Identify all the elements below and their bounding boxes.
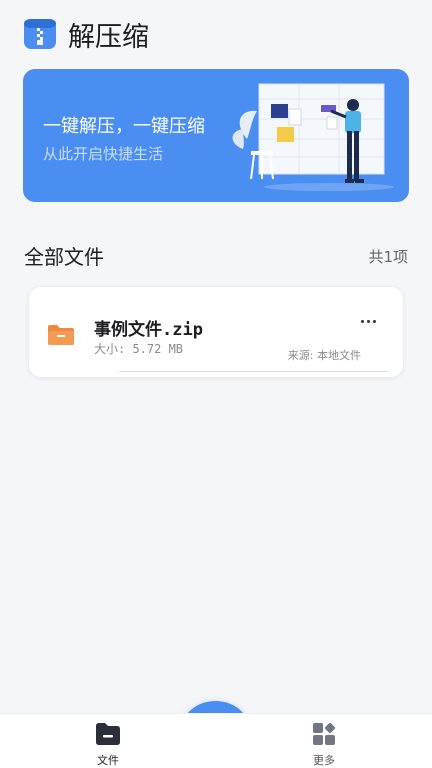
- apps-grid-icon: [313, 722, 336, 745]
- app-header: 解压缩: [22, 14, 149, 54]
- nav-files[interactable]: 文件: [78, 722, 138, 768]
- folder-nav-icon: [96, 723, 120, 745]
- more-options-button[interactable]: [353, 313, 383, 329]
- promo-banner[interactable]: 一键解压，一键压缩 从此开启快捷生活: [23, 69, 409, 202]
- zip-app-logo-icon: [22, 17, 58, 51]
- app-title: 解压缩: [68, 21, 149, 53]
- dot-icon: [372, 319, 376, 323]
- card-divider: [119, 371, 389, 372]
- file-name: 事例文件.zip: [94, 320, 203, 340]
- file-count: 共1项: [368, 248, 408, 266]
- nav-more[interactable]: 更多: [294, 722, 354, 768]
- banner-subtitle: 从此开启快捷生活: [43, 145, 164, 163]
- dot-icon: [366, 319, 370, 323]
- bottom-nav: 文件 更多: [0, 713, 432, 768]
- banner-title: 一键解压，一键压缩: [43, 116, 205, 137]
- whiteboard-illustration: [232, 83, 394, 191]
- file-size: 大小: 5.72 MB: [94, 342, 184, 356]
- section-title: 全部文件: [24, 245, 104, 269]
- file-card[interactable]: 事例文件.zip 大小: 5.72 MB 来源: 本地文件: [29, 287, 403, 377]
- nav-files-label: 文件: [97, 754, 119, 767]
- file-source: 来源: 本地文件: [287, 349, 361, 362]
- nav-more-label: 更多: [313, 754, 335, 767]
- folder-icon: [48, 325, 74, 345]
- dot-icon: [360, 319, 364, 323]
